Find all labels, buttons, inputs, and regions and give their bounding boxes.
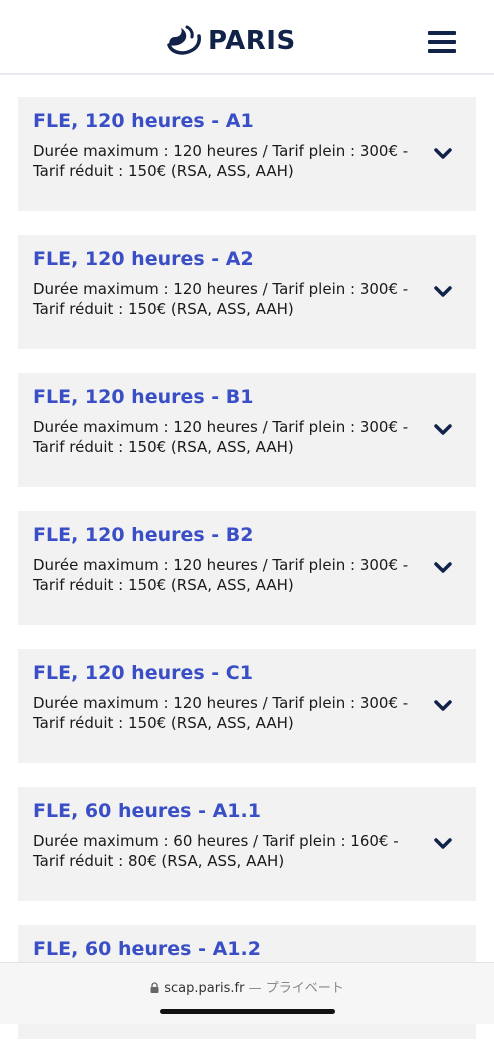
browser-address-bar[interactable]: scap.paris.fr — プライベート [0, 962, 494, 1024]
course-title: FLE, 60 heures - A1.1 [33, 800, 261, 822]
lock-icon [150, 982, 159, 993]
course-card[interactable]: FLE, 120 heures - A1 Durée maximum : 120… [18, 97, 476, 211]
url-text: scap.paris.fr [164, 981, 245, 996]
chevron-down-icon[interactable] [434, 562, 452, 574]
course-card[interactable]: FLE, 120 heures - B1 Durée maximum : 120… [18, 373, 476, 487]
chevron-down-icon[interactable] [434, 148, 452, 160]
chevron-down-icon[interactable] [434, 700, 452, 712]
private-mode-label: プライベート [265, 981, 344, 996]
course-title: FLE, 120 heures - B1 [33, 386, 254, 408]
course-title: FLE, 120 heures - A2 [33, 248, 254, 270]
logo-text: PARIS [208, 26, 296, 56]
course-card[interactable]: FLE, 60 heures - A1.1 Durée maximum : 60… [18, 787, 476, 901]
course-card[interactable]: FLE, 120 heures - B2 Durée maximum : 120… [18, 511, 476, 625]
course-title: FLE, 120 heures - A1 [33, 110, 254, 132]
url-display[interactable]: scap.paris.fr — プライベート [0, 977, 494, 996]
course-title: FLE, 120 heures - B2 [33, 524, 254, 546]
course-description: Durée maximum : 120 heures / Tarif plein… [33, 142, 409, 180]
paris-logo[interactable]: PARIS [164, 23, 296, 59]
hamburger-menu-icon [428, 31, 456, 35]
paris-logo-icon [167, 25, 201, 55]
course-description: Durée maximum : 120 heures / Tarif plein… [33, 418, 409, 456]
course-card[interactable]: FLE, 120 heures - C1 Durée maximum : 120… [18, 649, 476, 763]
course-list: FLE, 120 heures - A1 Durée maximum : 120… [18, 97, 476, 1063]
chevron-down-icon[interactable] [434, 286, 452, 298]
course-description: Durée maximum : 60 heures / Tarif plein … [33, 832, 399, 870]
url-separator: — [248, 981, 262, 996]
course-title: FLE, 60 heures - A1.2 [33, 938, 261, 960]
chevron-down-icon[interactable] [434, 838, 452, 850]
home-indicator[interactable] [160, 1009, 335, 1014]
course-description: Durée maximum : 120 heures / Tarif plein… [33, 694, 409, 732]
course-description: Durée maximum : 120 heures / Tarif plein… [33, 556, 409, 594]
site-header: PARIS [0, 0, 494, 75]
course-description: Durée maximum : 120 heures / Tarif plein… [33, 280, 409, 318]
course-card[interactable]: FLE, 120 heures - A2 Durée maximum : 120… [18, 235, 476, 349]
chevron-down-icon[interactable] [434, 424, 452, 436]
menu-button[interactable] [428, 31, 458, 53]
course-title: FLE, 120 heures - C1 [33, 662, 253, 684]
